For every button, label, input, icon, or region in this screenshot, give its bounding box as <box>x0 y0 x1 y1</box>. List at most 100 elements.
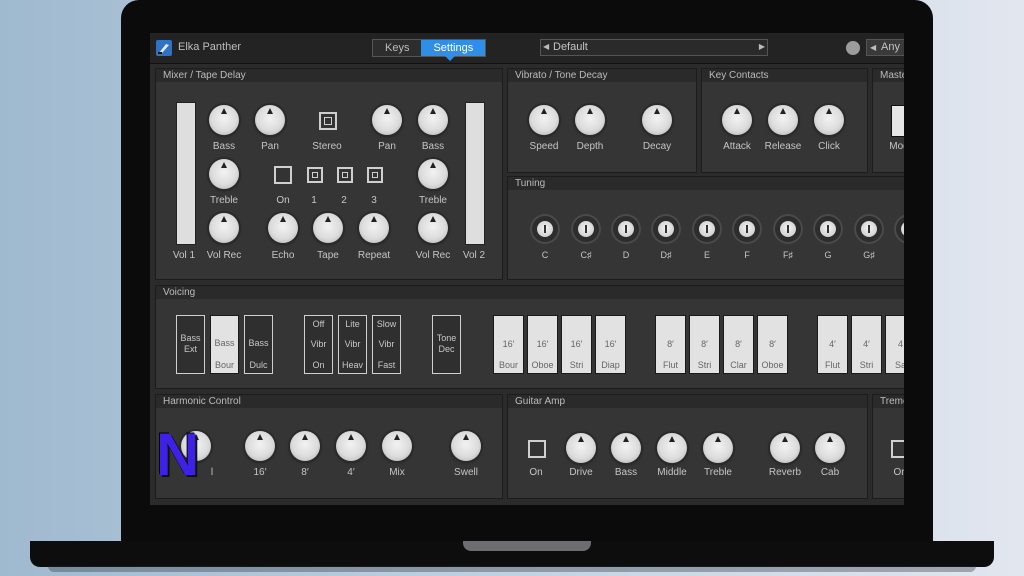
preset-name: Default <box>553 41 588 53</box>
tab-settings[interactable]: Settings <box>421 40 486 56</box>
voice-8-flut-tab[interactable]: 8′ Flut <box>655 315 686 374</box>
pan-right-knob[interactable] <box>372 105 402 135</box>
vibrato-speed-switch[interactable]: Slow Vibr Fast <box>372 315 401 374</box>
mode-switch[interactable] <box>891 105 904 137</box>
footage-8-label: 8′ <box>301 467 309 478</box>
voice-16-bour-tab[interactable]: 16′ Bour <box>493 315 524 374</box>
switch-label-top: Lite <box>345 319 360 329</box>
repeat-knob[interactable] <box>359 213 389 243</box>
treble-left-label: Treble <box>210 195 238 206</box>
tab-label-top: Bass <box>180 333 201 343</box>
attack-knob[interactable] <box>722 105 752 135</box>
tab-label-top: 8′ <box>735 339 742 349</box>
cab-knob[interactable] <box>815 433 845 463</box>
select-arrow-icon: ◀ <box>870 43 877 52</box>
preset-selector[interactable]: ◀ Default ▶ <box>540 39 768 56</box>
tune-f-knob[interactable] <box>732 214 762 244</box>
laptop-notch <box>463 541 591 551</box>
bass-left-knob[interactable] <box>209 105 239 135</box>
mode-label: Mod <box>889 141 904 152</box>
decay-knob[interactable] <box>642 105 672 135</box>
bass-dulc-tab[interactable]: Bass Dulc <box>244 315 273 374</box>
tune-a-knob[interactable] <box>894 214 904 244</box>
tab-keys[interactable]: Keys <box>373 40 422 56</box>
release-knob[interactable] <box>768 105 798 135</box>
note-label: D <box>622 250 630 260</box>
speed-knob[interactable] <box>529 105 559 135</box>
voice-16-oboe-tab[interactable]: 16′ Oboe <box>527 315 558 374</box>
voice-8-oboe-tab[interactable]: 8′ Oboe <box>757 315 788 374</box>
footage-16-knob[interactable] <box>245 431 275 461</box>
tune-f-sharp-knob[interactable] <box>773 214 803 244</box>
treble-left-knob[interactable] <box>209 159 239 189</box>
tune-d-sharp-knob[interactable] <box>651 214 681 244</box>
tune-c-knob[interactable] <box>530 214 560 244</box>
mix-knob[interactable] <box>382 431 412 461</box>
vol-rec-right-knob[interactable] <box>418 213 448 243</box>
vibrato-onoff-switch[interactable]: Off Vibr On <box>304 315 333 374</box>
guitar-treble-knob[interactable] <box>703 433 733 463</box>
panel-title: Maste <box>873 69 904 82</box>
vol-rec-left-knob[interactable] <box>209 213 239 243</box>
stereo-label: Stereo <box>312 141 342 152</box>
tune-c-sharp-knob[interactable] <box>571 214 601 244</box>
voice-16-diap-tab[interactable]: 16′ Diap <box>595 315 626 374</box>
guitar-middle-knob[interactable] <box>657 433 687 463</box>
echo-label: Echo <box>271 250 295 261</box>
treble-right-knob[interactable] <box>418 159 448 189</box>
bass-right-knob[interactable] <box>418 105 448 135</box>
tune-e-knob[interactable] <box>692 214 722 244</box>
tune-g-sharp-knob[interactable] <box>854 214 884 244</box>
head-3-label: 3 <box>371 195 377 206</box>
attack-label: Attack <box>723 141 751 152</box>
guitar-bass-knob[interactable] <box>611 433 641 463</box>
swell-knob[interactable] <box>451 431 481 461</box>
voice-4-stri-tab[interactable]: 4′ Stri <box>851 315 882 374</box>
echo-knob[interactable] <box>268 213 298 243</box>
voice-8-clar-tab[interactable]: 8′ Clar <box>723 315 754 374</box>
head-1-label: 1 <box>311 195 317 206</box>
depth-knob[interactable] <box>575 105 605 135</box>
drive-knob[interactable] <box>566 433 596 463</box>
vibrato-depth-switch[interactable]: Lite Vibr Heav <box>338 315 367 374</box>
bass-bour-tab[interactable]: Bass Bour <box>210 315 239 374</box>
drive-label: Drive <box>569 467 593 478</box>
footage-8-knob[interactable] <box>290 431 320 461</box>
mix-label: Mix <box>389 467 405 478</box>
panel-title: Key Contacts <box>702 69 867 82</box>
tape-on-toggle[interactable] <box>274 166 292 184</box>
tremolo-panel: Tremo Or <box>872 394 904 499</box>
prev-preset-icon[interactable]: ◀ <box>543 42 549 51</box>
click-knob[interactable] <box>814 105 844 135</box>
vol1-fader[interactable] <box>176 102 196 245</box>
tremolo-on-toggle[interactable] <box>891 440 904 458</box>
tuning-panel: Tuning C C♯ D D♯ E F F♯ G G♯ <box>507 176 904 280</box>
reverb-knob[interactable] <box>770 433 800 463</box>
panel-title: Guitar Amp <box>508 395 867 408</box>
tab-label-bottom: Stri <box>697 360 712 370</box>
footage-4-knob[interactable] <box>336 431 366 461</box>
tab-label-top: 16′ <box>604 339 617 349</box>
tune-d-knob[interactable] <box>611 214 641 244</box>
tape-knob[interactable] <box>313 213 343 243</box>
tone-dec-tab[interactable]: Tone Dec <box>432 315 461 374</box>
midi-channel-select[interactable]: ◀ Any <box>866 39 904 56</box>
pan-left-knob[interactable] <box>255 105 285 135</box>
head-1-toggle[interactable] <box>307 167 323 183</box>
tune-g-knob[interactable] <box>813 214 843 244</box>
head-2-toggle[interactable] <box>337 167 353 183</box>
midi-icon[interactable] <box>846 41 860 55</box>
guitar-amp-on-toggle[interactable] <box>528 440 546 458</box>
switch-label-bottom: On <box>312 360 325 370</box>
click-label: Click <box>818 141 840 152</box>
voice-8-stri-tab[interactable]: 8′ Stri <box>689 315 720 374</box>
next-preset-icon[interactable]: ▶ <box>759 42 765 51</box>
voice-16-stri-tab[interactable]: 16′ Stri <box>561 315 592 374</box>
stereo-toggle[interactable] <box>319 112 337 130</box>
head-3-toggle[interactable] <box>367 167 383 183</box>
tab-label-bottom: Sa <box>894 360 904 370</box>
bass-ext-tab[interactable]: Bass Ext <box>176 315 205 374</box>
vol2-fader[interactable] <box>465 102 485 245</box>
voice-4-flut-tab[interactable]: 4′ Flut <box>817 315 848 374</box>
voice-4-sax-tab[interactable]: 4 Sa <box>885 315 904 374</box>
